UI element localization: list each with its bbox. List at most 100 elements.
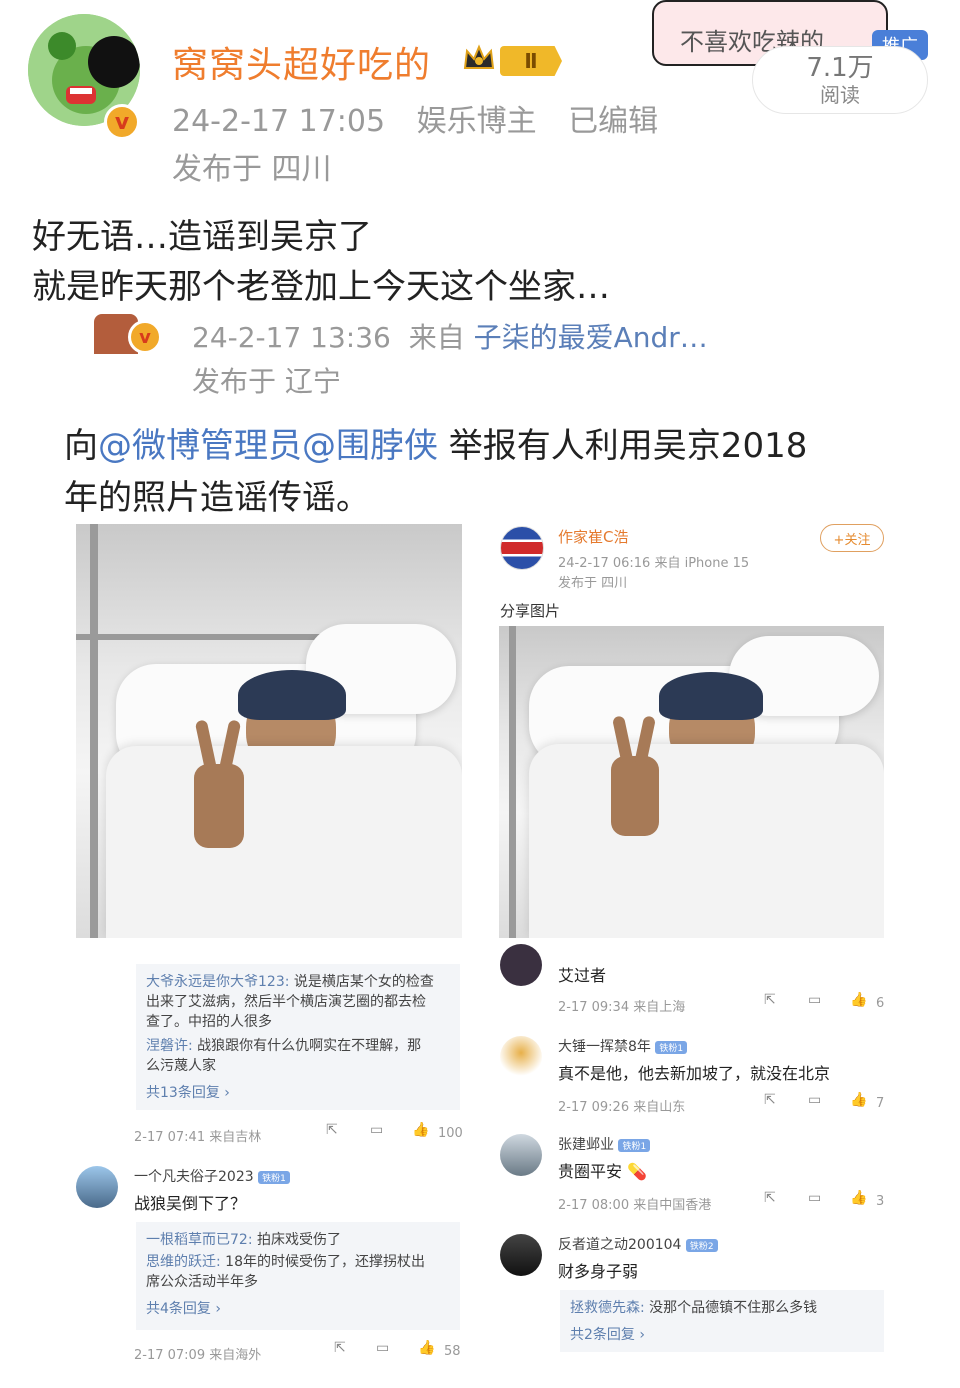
hospital-photo-left[interactable] [76, 524, 462, 938]
more-replies-link[interactable]: 共13条回复 › [146, 1082, 450, 1102]
reply-text: 拍床戏受伤了 [252, 1232, 341, 1248]
rank-badge: Ⅱ [500, 46, 562, 76]
reply-author[interactable]: 拯救德先森: [570, 1300, 645, 1316]
commenter-avatar[interactable] [500, 1234, 542, 1276]
fan-tag: 铁粉1 [655, 1040, 688, 1054]
post-timestamp: 24-2-17 17:05 [172, 104, 386, 139]
fan-tag: 铁粉1 [618, 1138, 651, 1152]
views-count: 7.1万 [806, 53, 874, 83]
comment-text: 艾过者 [558, 966, 607, 985]
reply-author[interactable]: 思维的跃迁: [146, 1254, 221, 1270]
like-icon[interactable]: 👍 [418, 1340, 435, 1356]
reply-block[interactable]: 拯救德先森: 没那个品德镇不住那么多钱 共2条回复 › [560, 1290, 884, 1352]
like-count: 100 [438, 1126, 463, 1141]
author-meta: 24-2-17 06:16 来自 iPhone 15 [558, 556, 750, 571]
like-icon[interactable]: 👍 [412, 1122, 429, 1138]
like-icon[interactable]: 👍 [850, 992, 867, 1008]
comment-icon[interactable]: ▭ [808, 1190, 821, 1206]
pray-icon: 💊 [627, 1162, 648, 1181]
author-flag-avatar[interactable] [500, 526, 544, 570]
comment-text: 财多身子弱 [558, 1262, 639, 1281]
mention-link[interactable]: @围脖侠 [302, 426, 438, 466]
share-icon[interactable]: ⇱ [326, 1122, 338, 1138]
hospital-photo-right[interactable] [499, 626, 884, 938]
comment-meta: 2-17 07:09 来自海外 [134, 1348, 262, 1363]
repost-meta: 24-2-17 13:36 来自 子柒的最爱Andr… [192, 316, 708, 356]
like-count: 3 [876, 1194, 885, 1209]
comment-icon[interactable]: ▭ [370, 1122, 383, 1138]
reply-text: 说是横店某个女的检查 [289, 974, 434, 990]
fan-tag: 铁粉1 [258, 1170, 290, 1184]
post-line: 就是昨天那个老登加上今天这个坐家… [32, 267, 610, 307]
user-role: 娱乐博主 [416, 104, 537, 139]
edited-label[interactable]: 已编辑 [568, 104, 658, 139]
more-replies-link[interactable]: 共2条回复 › [570, 1324, 874, 1344]
like-icon[interactable]: 👍 [850, 1190, 867, 1206]
author-name[interactable]: 作家崔C浩 [558, 526, 628, 547]
reply-text: 没那个品德镇不住那么多钱 [644, 1300, 818, 1316]
views-label: 阅读 [820, 83, 860, 107]
comment-text: 战狼吴倒下了？ [134, 1194, 247, 1213]
repost-text-line2: 年的照片造谣传谣。 [64, 478, 370, 518]
commenter-name[interactable]: 一个凡夫俗子2023 铁粉1 [134, 1166, 290, 1186]
commenter-name[interactable]: 张建邺业 铁粉1 [558, 1134, 651, 1154]
repost-text-rest: 举报有人利用吴京2018 [438, 426, 808, 466]
share-icon[interactable]: ⇱ [334, 1340, 346, 1356]
comment-icon[interactable]: ▭ [808, 1092, 821, 1108]
share-icon[interactable]: ⇱ [764, 992, 776, 1008]
repost-location: 发布于 辽宁 [192, 365, 341, 398]
reply-text: 18年的时候受伤了，还撑拐杖出 [220, 1254, 425, 1270]
follow-button[interactable]: +关注 [820, 524, 884, 552]
reply-author[interactable]: 大爷永远是你大爷123: [146, 974, 289, 990]
post-text: 好无语…造谣到吴京了 就是昨天那个老登加上今天这个坐家… [32, 212, 610, 312]
reply-text: 么污蔑人家 [146, 1058, 216, 1074]
reply-text: 出来了艾滋病，然后半个横店演艺圈的都去检 [146, 994, 426, 1010]
comment-text: 真不是他，他去新加坡了，就没在北京 [558, 1064, 831, 1083]
mention-link[interactable]: @微博管理员 [98, 426, 302, 466]
commenter-avatar[interactable] [76, 1166, 118, 1208]
commenter-name[interactable]: 反者道之动200104 铁粉2 [558, 1234, 718, 1254]
share-label: 分享图片 [500, 602, 561, 620]
verified-badge-icon: v [104, 104, 140, 140]
like-count: 58 [444, 1344, 461, 1359]
commenter-avatar[interactable] [500, 1036, 542, 1078]
reply-line: 大爷永远是你大爷123: 说是横店某个女的检查 [146, 972, 450, 992]
repost-timestamp: 24-2-17 13:36 [192, 321, 391, 354]
comment-icon[interactable]: ▭ [376, 1340, 389, 1356]
comment-meta: 2-17 08:00 来自中国香港 [558, 1198, 712, 1213]
post-line: 好无语…造谣到吴京了 [32, 217, 372, 257]
share-icon[interactable]: ⇱ [764, 1190, 776, 1206]
like-count: 7 [876, 1096, 885, 1111]
repost-source-link[interactable]: 子柒的最爱Andr… [474, 321, 708, 354]
reply-text: 战狼跟你有什么仇啊实在不理解，那 [192, 1038, 422, 1054]
comment-meta: 2-17 09:26 来自山东 [558, 1100, 686, 1115]
reply-block[interactable]: 一根稻草而已72: 拍床戏受伤了 思维的跃迁: 18年的时候受伤了，还撑拐杖出 … [136, 1222, 460, 1330]
reply-author[interactable]: 涅磐许: [146, 1038, 193, 1054]
comment-meta: 2-17 07:41 来自吉林 [134, 1130, 262, 1145]
reply-text: 席公众活动半年多 [146, 1274, 258, 1290]
like-icon[interactable]: 👍 [850, 1092, 867, 1108]
reply-block[interactable]: 大爷永远是你大爷123: 说是横店某个女的检查 出来了艾滋病，然后半个横店演艺圈… [136, 964, 460, 1110]
commenter-name[interactable]: 大锤一挥禁8年 铁粉1 [558, 1036, 688, 1056]
share-icon[interactable]: ⇱ [764, 1092, 776, 1108]
comment-meta: 2-17 09:34 来自上海 [558, 1000, 686, 1015]
repost-from-label: 来自 [408, 321, 465, 354]
fan-tag: 铁粉2 [685, 1238, 718, 1252]
crown-icon [463, 44, 495, 69]
commenter-avatar[interactable] [500, 944, 542, 986]
like-count: 6 [876, 996, 885, 1011]
comment-text: 贵圈平安 💊 [558, 1162, 648, 1181]
post-location: 发布于 四川 [172, 152, 332, 187]
reply-text: 查了。中招的人很多 [146, 1014, 272, 1030]
verified-badge-icon: v [128, 320, 162, 354]
more-replies-link[interactable]: 共4条回复 › [146, 1298, 450, 1318]
repost-text: 向@微博管理员@围脖侠 举报有人利用吴京2018 年的照片造谣传谣。 [64, 420, 904, 524]
reply-author[interactable]: 一根稻草而已72: [146, 1232, 253, 1248]
author-location: 发布于 四川 [558, 576, 628, 591]
comment-icon[interactable]: ▭ [808, 992, 821, 1008]
commenter-avatar[interactable] [500, 1134, 542, 1176]
views-bubble: 7.1万 阅读 [752, 46, 928, 114]
post-meta: 24-2-17 17:05 娱乐博主 已编辑 [172, 96, 680, 140]
repost-text-prefix: 向 [64, 426, 98, 466]
username[interactable]: 窝窝头超好吃的 [172, 36, 431, 88]
